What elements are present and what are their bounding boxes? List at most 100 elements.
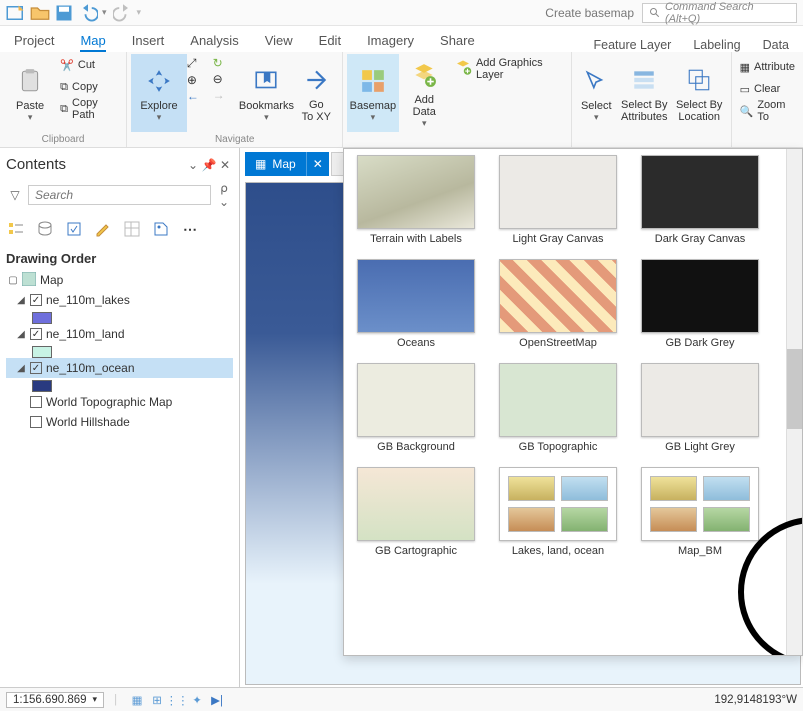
- collapse-icon[interactable]: ◢: [16, 363, 26, 374]
- tab-imagery[interactable]: Imagery: [367, 33, 414, 52]
- list-by-label-icon[interactable]: [151, 219, 171, 239]
- ctx-labeling[interactable]: Labeling: [693, 38, 740, 52]
- search-options-icon[interactable]: ⍴ ⌄: [215, 181, 233, 209]
- basemap-item[interactable]: Terrain with Labels: [352, 155, 480, 245]
- visibility-checkbox[interactable]: [30, 294, 42, 306]
- clear-selection-button[interactable]: ▭Clear: [736, 78, 799, 100]
- fixed-zoom-out-icon[interactable]: ⊖: [213, 72, 239, 86]
- map-view[interactable]: ▦ Map ✕ Terrain with LabelsLight Gray Ca…: [240, 148, 803, 687]
- full-extent-icon[interactable]: ⤢: [187, 56, 213, 71]
- status-corrections-icon[interactable]: ✦: [187, 691, 207, 709]
- next-extent-icon[interactable]: →: [213, 88, 239, 102]
- layer-row[interactable]: World Hillshade: [6, 412, 233, 432]
- basemap-item[interactable]: Lakes, land, ocean: [494, 467, 622, 557]
- undo-icon[interactable]: [78, 5, 98, 21]
- tab-map[interactable]: Map: [80, 33, 105, 52]
- layer-row[interactable]: ◢ne_110m_land: [6, 324, 233, 344]
- undo-more-icon[interactable]: ▾: [102, 7, 107, 18]
- visibility-checkbox[interactable]: [30, 362, 42, 374]
- fixed-zoom-in-icon[interactable]: ⊕: [187, 73, 213, 87]
- status-constraints-icon[interactable]: ⋮⋮: [167, 691, 187, 709]
- open-project-icon[interactable]: [30, 5, 50, 21]
- pane-menu-icon[interactable]: ⌄: [185, 158, 201, 172]
- attributes-button[interactable]: ▦Attribute: [736, 56, 799, 78]
- ctx-feature-layer[interactable]: Feature Layer: [594, 38, 672, 52]
- basemap-item[interactable]: OpenStreetMap: [494, 259, 622, 349]
- visibility-checkbox[interactable]: [30, 416, 42, 428]
- basemap-item[interactable]: GB Light Grey: [636, 363, 764, 453]
- basemap-item[interactable]: GB Background: [352, 363, 480, 453]
- quick-access-toolbar: ▾ ▾ Create basemap Command Search (Alt+Q…: [0, 0, 803, 26]
- basemap-item[interactable]: GB Cartographic: [352, 467, 480, 557]
- filter-icon[interactable]: ▽: [6, 188, 24, 202]
- basemap-button[interactable]: Basemap ▾: [347, 54, 398, 132]
- list-by-source-icon[interactable]: [35, 219, 55, 239]
- basemap-item[interactable]: Oceans: [352, 259, 480, 349]
- layer-swatch: [32, 346, 52, 358]
- explore-button[interactable]: Explore ▾: [131, 54, 187, 132]
- ctx-data[interactable]: Data: [763, 38, 789, 52]
- redo-more-icon[interactable]: ▾: [137, 7, 142, 18]
- list-by-edit-icon[interactable]: [93, 219, 113, 239]
- gallery-scrollbar[interactable]: [786, 149, 802, 655]
- collapse-icon[interactable]: ◢: [16, 295, 26, 306]
- status-grid-icon[interactable]: ▦: [127, 691, 147, 709]
- paste-button[interactable]: Paste ▾: [4, 54, 56, 132]
- prev-extent-icon[interactable]: ←: [187, 89, 213, 103]
- redo-icon[interactable]: [113, 5, 133, 21]
- list-by-selection-icon[interactable]: [64, 219, 84, 239]
- layer-row[interactable]: ◢ne_110m_lakes: [6, 290, 233, 310]
- search-input[interactable]: [28, 185, 211, 205]
- scale-selector[interactable]: 1:156.690.869▾: [6, 692, 104, 708]
- tab-insert[interactable]: Insert: [132, 33, 165, 52]
- go-xy-icon: [299, 63, 333, 97]
- close-map-tab[interactable]: ✕: [306, 152, 329, 176]
- copy-path-button[interactable]: ⧉Copy Path: [56, 98, 122, 120]
- layer-name: World Hillshade: [46, 415, 130, 429]
- status-pause-icon[interactable]: ▶|: [207, 691, 227, 709]
- more-views-icon[interactable]: ⋯: [180, 219, 200, 239]
- pin-icon[interactable]: 📌: [201, 158, 217, 172]
- add-data-button[interactable]: Add Data ▾: [399, 54, 450, 132]
- visibility-checkbox[interactable]: [30, 328, 42, 340]
- status-snapping-icon[interactable]: ⊞: [147, 691, 167, 709]
- close-pane-icon[interactable]: ✕: [217, 158, 233, 172]
- basemap-label: Oceans: [397, 337, 435, 349]
- list-by-draw-icon[interactable]: [6, 219, 26, 239]
- new-project-icon[interactable]: [6, 5, 26, 21]
- cut-button[interactable]: ✂️Cut: [56, 54, 122, 76]
- copy-button[interactable]: ⧉Copy: [56, 76, 122, 98]
- command-search[interactable]: Command Search (Alt+Q): [642, 3, 797, 23]
- list-by-snap-icon[interactable]: [122, 219, 142, 239]
- save-project-icon[interactable]: [54, 5, 74, 21]
- collapse-icon[interactable]: ▢: [8, 275, 18, 286]
- map-tab[interactable]: ▦ Map: [245, 152, 306, 176]
- add-graphics-layer-button[interactable]: Add Graphics Layer: [450, 58, 567, 80]
- basemap-item[interactable]: Light Gray Canvas: [494, 155, 622, 245]
- layer-row[interactable]: ◢ne_110m_ocean: [6, 358, 233, 378]
- select-by-location-button[interactable]: Select By Location: [672, 54, 727, 132]
- tab-edit[interactable]: Edit: [319, 33, 341, 52]
- visibility-checkbox[interactable]: [30, 396, 42, 408]
- basemap-item[interactable]: GB Topographic: [494, 363, 622, 453]
- select-button[interactable]: Select ▾: [576, 54, 617, 132]
- tab-view[interactable]: View: [265, 33, 293, 52]
- zoom-sel-icon: 🔍: [740, 105, 754, 118]
- bookmarks-button[interactable]: Bookmarks ▾: [238, 54, 294, 132]
- zoom-to-button[interactable]: 🔍Zoom To: [736, 100, 799, 122]
- tab-share[interactable]: Share: [440, 33, 475, 52]
- select-by-attributes-button[interactable]: Select By Attributes: [617, 54, 672, 132]
- create-basemap-link[interactable]: Create basemap: [545, 6, 634, 20]
- copy-path-icon: ⧉: [60, 103, 68, 116]
- basemap-item[interactable]: Dark Gray Canvas: [636, 155, 764, 245]
- refresh-icon[interactable]: ↻: [213, 56, 239, 70]
- goto-xy-button[interactable]: Go To XY: [294, 54, 338, 132]
- map-node[interactable]: ▢ Map: [6, 270, 233, 290]
- layer-row[interactable]: World Topographic Map: [6, 392, 233, 412]
- tab-analysis[interactable]: Analysis: [190, 33, 238, 52]
- basemap-item[interactable]: GB Dark Grey: [636, 259, 764, 349]
- ribbon-tabs: Project Map Insert Analysis View Edit Im…: [0, 26, 803, 52]
- tab-project[interactable]: Project: [14, 33, 54, 52]
- collapse-icon[interactable]: ◢: [16, 329, 26, 340]
- basemap-item[interactable]: Map_BM: [636, 467, 764, 557]
